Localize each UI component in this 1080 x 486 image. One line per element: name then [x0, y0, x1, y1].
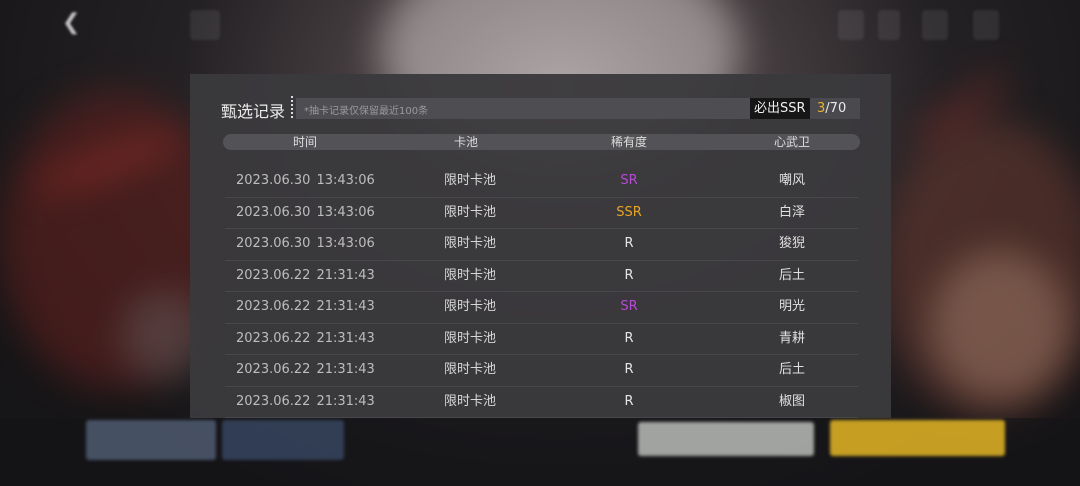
back-button[interactable]: ❮ [48, 8, 94, 42]
row-date: 2023.06.22 [236, 393, 311, 409]
row-date: 2023.06.22 [236, 362, 311, 377]
history-note: *抽卡记录仅保留最近100条 [304, 106, 429, 117]
back-arrow-icon: ❮ [62, 10, 81, 35]
row-date: 2023.06.22 [236, 299, 311, 314]
row-datetime: 2023.06.22 21:31:43 [236, 260, 375, 291]
table-row: 2023.06.30 13:43:06 限时卡池 SR 嘲风 [225, 165, 858, 198]
row-rarity: R [624, 362, 634, 377]
row-rarity: SSR [616, 204, 642, 220]
table-row: 2023.06.22 21:31:43 限时卡池 R 椒图 [225, 386, 858, 418]
row-pool: 限时卡池 [443, 173, 497, 188]
row-pool: 限时卡池 [443, 362, 497, 377]
row-pool: 限时卡池 [443, 330, 497, 346]
row-character: 后土 [778, 267, 806, 283]
column-header-time: 时间 [292, 135, 318, 149]
row-datetime: 2023.06.30 13:43:06 [236, 197, 375, 228]
row-time: 21:31:43 [316, 299, 375, 314]
menu-icon[interactable] [973, 10, 999, 40]
table-row: 2023.06.30 13:43:06 限时卡池 SSR 白泽 [225, 197, 858, 229]
currency-icon[interactable] [878, 10, 900, 40]
table-header: 时间 卡池 稀有度 心武卫 [223, 134, 860, 150]
multi-pull-button[interactable] [830, 420, 1005, 456]
row-time: 21:31:43 [316, 330, 375, 346]
row-rarity: SR [620, 173, 638, 188]
title-divider [291, 96, 295, 118]
table-row: 2023.06.30 13:43:06 限时卡池 R 狻猊 [225, 228, 858, 261]
row-date: 2023.06.30 [236, 236, 311, 251]
row-character: 青耕 [778, 330, 806, 346]
row-rarity: R [624, 267, 634, 283]
single-pull-button[interactable] [638, 422, 814, 456]
row-character: 白泽 [778, 204, 806, 220]
dialog-title: 甄选记录 [221, 102, 286, 121]
row-character: 后土 [778, 362, 806, 377]
row-time: 13:43:06 [316, 236, 375, 251]
row-time: 21:31:43 [316, 267, 375, 283]
row-rarity: R [624, 330, 634, 346]
row-time: 13:43:06 [316, 173, 375, 188]
mail-icon[interactable] [922, 10, 948, 40]
table-row: 2023.06.22 21:31:43 限时卡池 R 青耕 [225, 323, 858, 355]
row-datetime: 2023.06.22 21:31:43 [236, 354, 375, 385]
row-time: 21:31:43 [316, 362, 375, 377]
pity-count: 3/70 [817, 98, 846, 119]
row-datetime: 2023.06.30 13:43:06 [236, 228, 375, 259]
row-datetime: 2023.06.22 21:31:43 [236, 323, 375, 354]
background-right-figure-blur [930, 250, 1070, 400]
table-row: 2023.06.22 21:31:43 限时卡池 SR 明光 [225, 291, 858, 324]
top-bar-label [120, 10, 180, 40]
table-row: 2023.06.22 21:31:43 限时卡池 R 后土 [225, 354, 858, 387]
row-pool: 限时卡池 [443, 299, 497, 314]
row-time: 13:43:06 [316, 204, 375, 220]
column-header-character: 心武卫 [773, 135, 811, 149]
row-rarity: R [624, 393, 634, 409]
pull-history-dialog: 甄选记录 *抽卡记录仅保留最近100条 必出SSR 3/70 时间 卡池 稀有度… [190, 74, 891, 418]
row-datetime: 2023.06.22 21:31:43 [236, 291, 375, 322]
row-date: 2023.06.22 [236, 267, 311, 283]
row-character: 明光 [778, 299, 806, 314]
row-rarity: SR [620, 299, 638, 314]
row-pool: 限时卡池 [443, 267, 497, 283]
top-bar-toggle[interactable] [190, 10, 220, 40]
row-character: 嘲风 [778, 173, 806, 188]
row-pool: 限时卡池 [443, 393, 497, 409]
pity-label: 必出SSR [750, 98, 810, 119]
row-pool: 限时卡池 [443, 204, 497, 220]
banner-thumb-2[interactable] [222, 420, 344, 460]
row-pool: 限时卡池 [443, 236, 497, 251]
note-bar: *抽卡记录仅保留最近100条 [296, 98, 750, 119]
row-character: 狻猊 [778, 236, 806, 251]
shop-icon[interactable] [838, 10, 864, 40]
pity-total: 70 [829, 101, 847, 116]
table-row: 2023.06.22 21:31:43 限时卡池 R 后土 [225, 260, 858, 292]
row-date: 2023.06.22 [236, 330, 311, 346]
row-date: 2023.06.30 [236, 173, 311, 188]
row-date: 2023.06.30 [236, 204, 311, 220]
row-datetime: 2023.06.30 13:43:06 [236, 165, 375, 196]
pity-counter: 必出SSR 3/70 [750, 98, 860, 119]
row-datetime: 2023.06.22 21:31:43 [236, 386, 375, 417]
row-rarity: R [624, 236, 634, 251]
row-time: 21:31:43 [316, 393, 375, 409]
row-character: 椒图 [778, 393, 806, 409]
top-bar: ❮ [0, 0, 1080, 48]
banner-thumb-1[interactable] [86, 420, 216, 460]
history-list[interactable]: 2023.06.30 13:43:06 限时卡池 SR 嘲风 2023.06.30 13:4… [225, 165, 858, 418]
column-header-pool: 卡池 [453, 135, 479, 149]
column-header-rarity: 稀有度 [610, 135, 648, 149]
